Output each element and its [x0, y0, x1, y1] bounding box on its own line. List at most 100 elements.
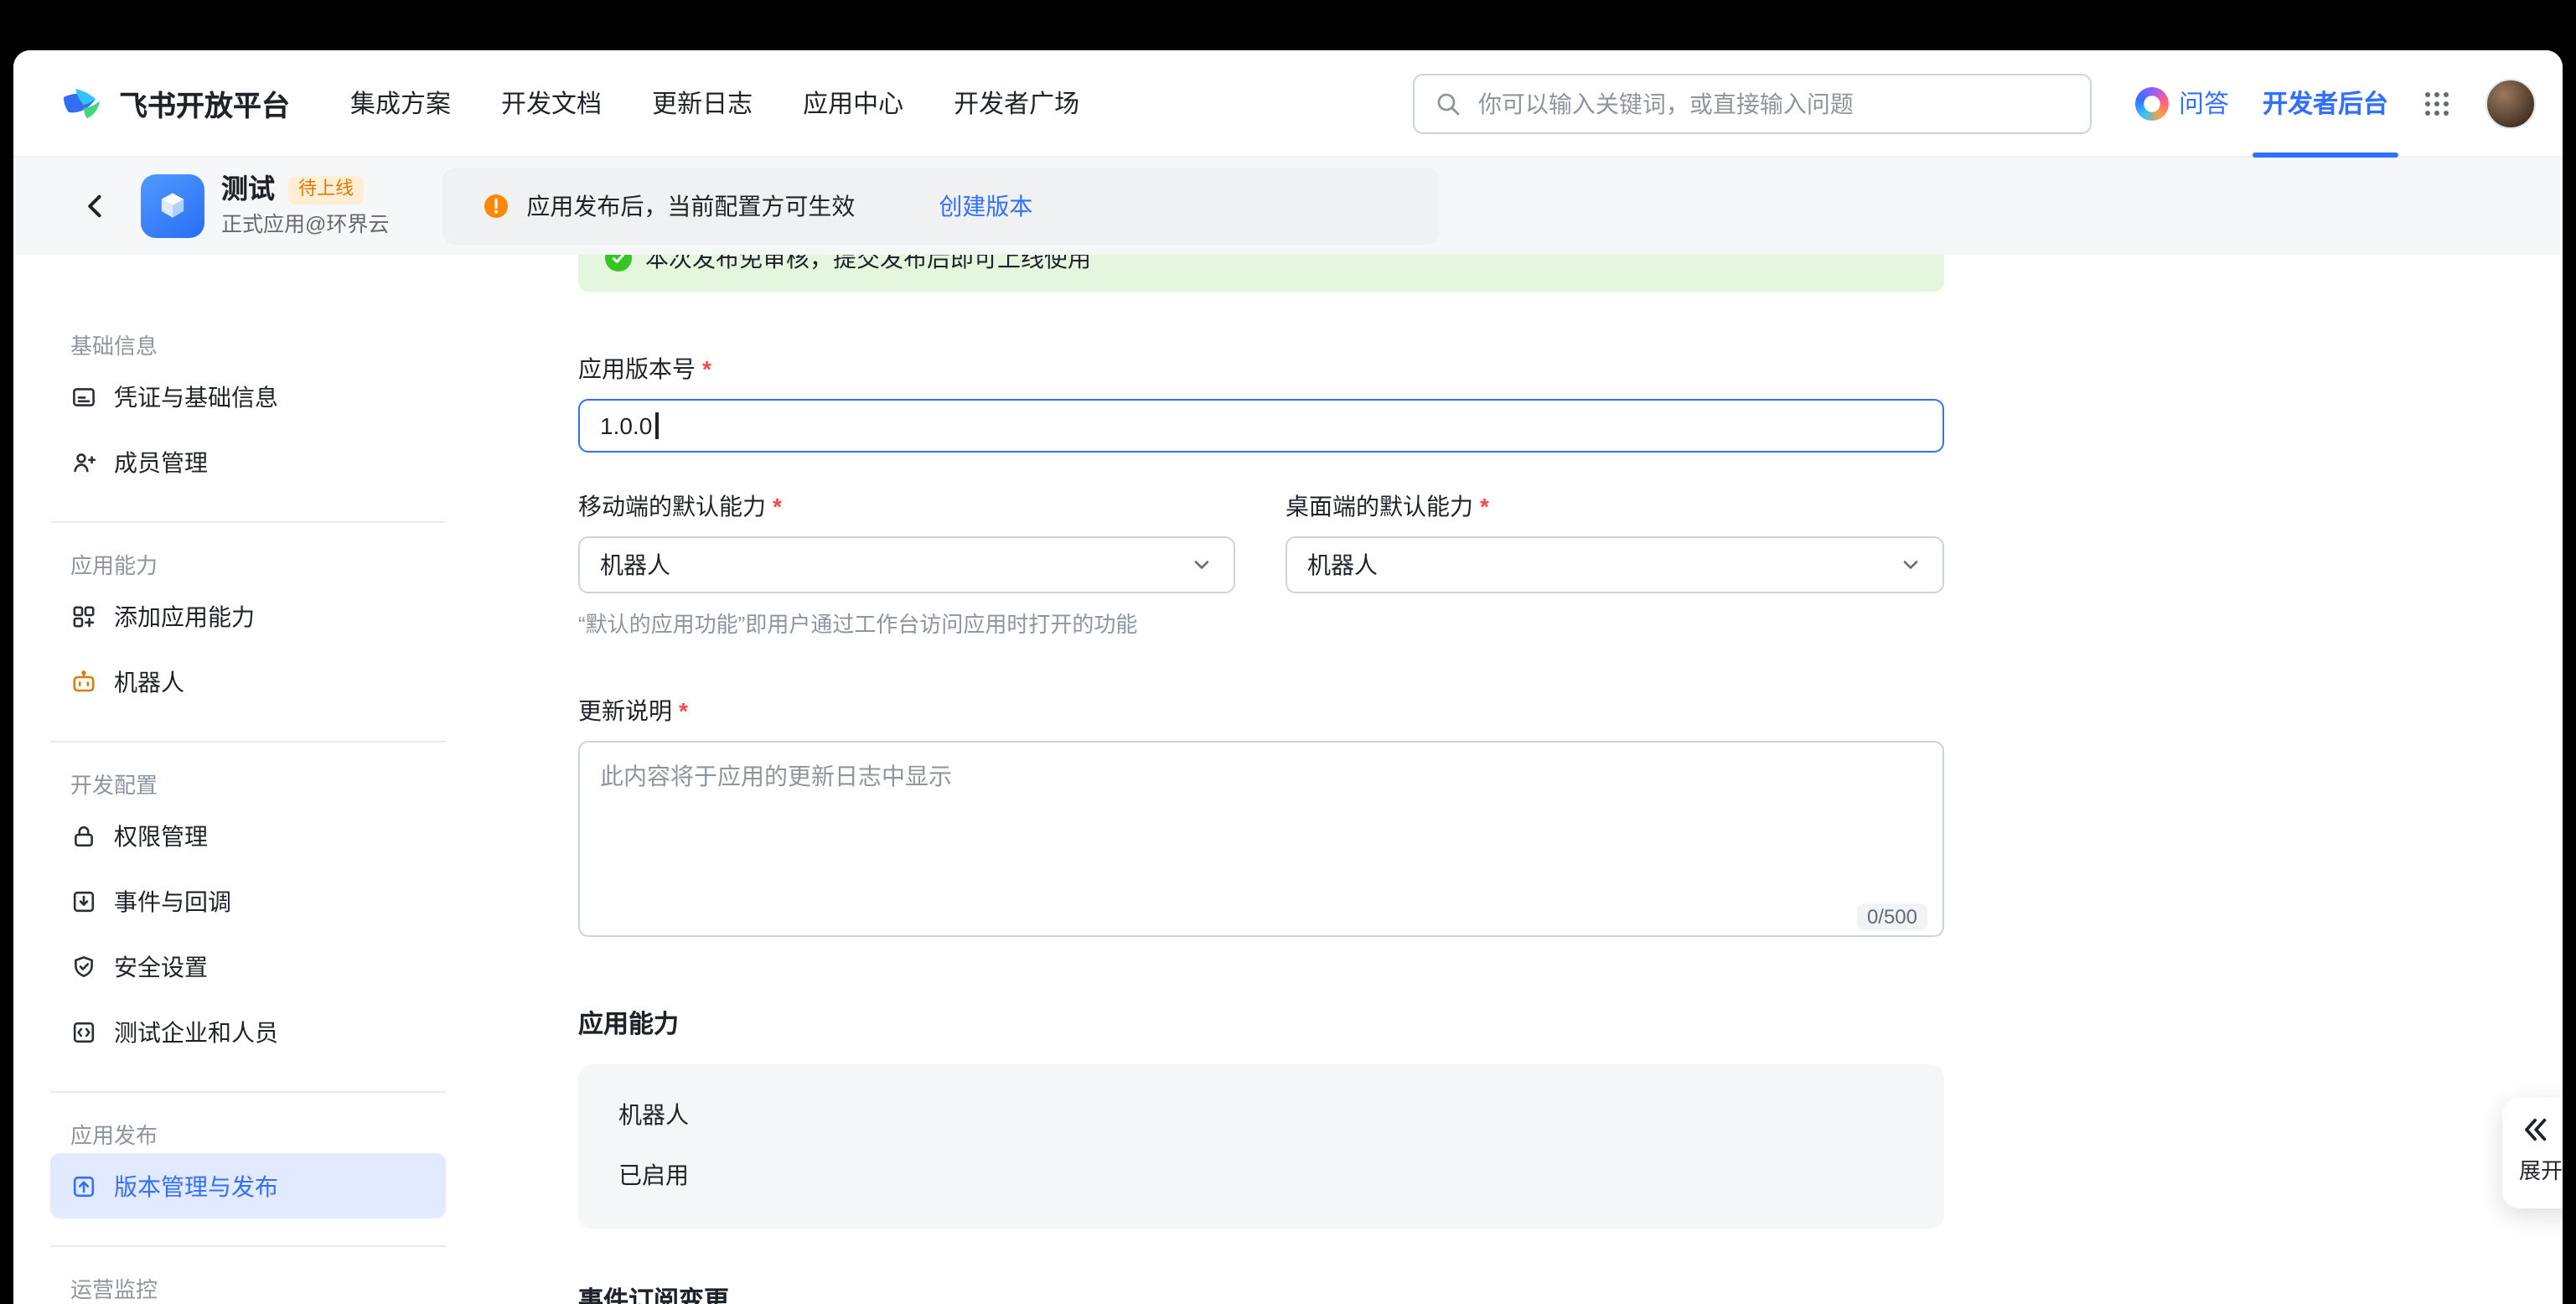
required-mark: *	[773, 493, 782, 520]
publish-icon	[70, 1172, 97, 1199]
console-label: 开发者后台	[2263, 85, 2388, 121]
changelog-textarea[interactable]	[578, 741, 1944, 937]
success-check-icon	[605, 255, 632, 272]
sidebar-item-label: 安全设置	[114, 950, 208, 983]
required-mark: *	[702, 355, 711, 382]
event-section-title: 事件订阅变更	[578, 1282, 2563, 1304]
apps-grid-icon[interactable]	[2422, 88, 2452, 118]
event-callback-icon	[70, 887, 97, 914]
developer-console-tab[interactable]: 开发者后台	[2263, 50, 2388, 157]
nav-integration[interactable]: 集成方案	[350, 85, 451, 121]
search-icon	[1435, 90, 1461, 116]
required-mark: *	[1480, 493, 1489, 520]
sidebar-item-label: 测试企业和人员	[114, 1015, 278, 1048]
changelog-label-text: 更新说明	[578, 697, 672, 724]
release-notice-banner: 应用发布后，当前配置方可生效 创建版本	[442, 168, 1440, 245]
sidebar-item-label: 凭证与基础信息	[114, 380, 278, 413]
warning-icon	[483, 193, 510, 220]
qa-button[interactable]: 问答	[2135, 85, 2229, 121]
text-caret	[655, 412, 658, 439]
app-subtitle: 正式应用@环界云	[221, 213, 389, 238]
test-org-icon	[70, 1018, 97, 1045]
double-chevron-left-icon	[2519, 1115, 2549, 1145]
panel-expander[interactable]: 展开	[2502, 1098, 2563, 1208]
capability-hint: “默认的应用功能”即用户通过工作台访问应用时打开的功能	[578, 607, 2563, 639]
screen: 飞书开放平台 集成方案 开发文档 更新日志 应用中心 开发者广场	[0, 0, 2576, 1304]
section-title-devconfig: 开发配置	[50, 769, 446, 803]
capability-row: 移动端的默认能力 * 机器人 桌面端的默认能力* 机器人	[578, 489, 1944, 593]
capability-section-title: 应用能力	[578, 1006, 2563, 1041]
sidebar-item-test-org[interactable]: 测试企业和人员	[50, 999, 446, 1064]
sidebar-item-events[interactable]: 事件与回调	[50, 868, 446, 934]
sidebar-item-label: 添加应用能力	[114, 599, 255, 633]
sidebar-item-bot[interactable]: 机器人	[50, 649, 446, 714]
main-content: 本次发布免审核，提交发布后即可上线使用 应用版本号* 移动端的默认能力* 机器人	[466, 255, 2563, 1304]
search-input[interactable]	[1475, 88, 2070, 118]
qa-label: 问答	[2179, 85, 2229, 121]
desktop-capability-field: 桌面端的默认能力* 机器人	[1285, 489, 1944, 593]
section-title-capability: 应用能力	[50, 550, 446, 583]
feishu-logo-icon	[60, 81, 104, 125]
sidebar-section-devconfig: 开发配置 权限管理 事件与回调	[50, 741, 446, 1064]
nav-changelog[interactable]: 更新日志	[652, 85, 753, 121]
app-context-bar: 测试 待上线 正式应用@环界云 应用发布后，当前配置方可生效 创建版本	[13, 158, 2563, 255]
required-mark: *	[679, 697, 688, 724]
back-button[interactable]	[80, 191, 111, 221]
sidebar-item-label: 事件与回调	[114, 884, 231, 918]
sidebar: 基础信息 凭证与基础信息	[13, 255, 466, 1304]
success-banner-text: 本次发布免审核，提交发布后即可上线使用	[645, 255, 1091, 275]
nav-app-center[interactable]: 应用中心	[803, 85, 903, 121]
mobile-capability-label-text: 移动端的默认能力	[578, 493, 766, 520]
qa-ring-icon	[2135, 86, 2169, 120]
sidebar-section-monitor: 运营监控	[50, 1245, 446, 1304]
sidebar-item-version-release[interactable]: 版本管理与发布	[50, 1153, 446, 1219]
nav-docs[interactable]: 开发文档	[501, 85, 602, 121]
notice-text: 应用发布后，当前配置方可生效	[526, 189, 855, 223]
mobile-capability-value: 机器人	[600, 548, 670, 582]
version-label-text: 应用版本号	[578, 355, 696, 382]
sidebar-item-label: 权限管理	[114, 819, 208, 852]
feishu-brand[interactable]: 飞书开放平台	[60, 81, 290, 125]
robot-icon	[70, 668, 97, 695]
capability-summary-box: 机器人 已启用	[578, 1064, 1944, 1229]
chevron-down-icon	[1190, 553, 1213, 577]
primary-nav: 集成方案 开发文档 更新日志 应用中心 开发者广场	[350, 85, 1079, 121]
global-search-box[interactable]	[1413, 73, 2092, 133]
add-capability-icon	[70, 603, 97, 629]
sidebar-item-label: 机器人	[114, 665, 184, 698]
chevron-down-icon	[1899, 553, 1922, 577]
members-icon	[70, 448, 97, 475]
sidebar-item-add-capability[interactable]: 添加应用能力	[50, 583, 446, 649]
header-right-cluster: 问答 开发者后台	[2135, 50, 2536, 157]
sidebar-item-security[interactable]: 安全设置	[50, 934, 446, 999]
version-label: 应用版本号*	[578, 352, 2563, 386]
mobile-capability-select[interactable]: 机器人	[578, 536, 1235, 593]
desktop-capability-select[interactable]: 机器人	[1285, 536, 1944, 593]
brand-name: 飞书开放平台	[119, 82, 290, 124]
sidebar-item-permissions[interactable]: 权限管理	[50, 803, 446, 868]
nav-developer-plaza[interactable]: 开发者广场	[954, 85, 1079, 121]
credential-icon	[70, 383, 97, 410]
lock-icon	[70, 822, 97, 849]
create-version-link[interactable]: 创建版本	[939, 189, 1032, 223]
mobile-capability-label: 移动端的默认能力 *	[578, 489, 1235, 523]
user-avatar[interactable]	[2485, 78, 2536, 128]
section-title-release: 应用发布	[50, 1120, 446, 1153]
app-cube-icon	[141, 174, 204, 238]
changelog-label: 更新说明 *	[578, 694, 2563, 727]
app-meta: 测试 待上线 正式应用@环界云	[221, 174, 389, 238]
sidebar-item-label: 版本管理与发布	[114, 1169, 278, 1203]
version-input[interactable]	[578, 399, 1944, 453]
sidebar-section-basic: 基础信息 凭证与基础信息	[50, 330, 446, 494]
sidebar-section-release: 应用发布 版本管理与发布	[50, 1091, 446, 1219]
success-banner: 本次发布免审核，提交发布后即可上线使用	[578, 255, 1944, 292]
desktop-capability-value: 机器人	[1307, 548, 1378, 582]
capability-name: 机器人	[618, 1098, 1904, 1131]
app-name: 测试	[221, 174, 275, 206]
sidebar-item-credentials[interactable]: 凭证与基础信息	[50, 364, 446, 429]
status-badge: 待上线	[288, 176, 364, 204]
char-counter: 0/500	[1857, 903, 1927, 930]
app-window: 飞书开放平台 集成方案 开发文档 更新日志 应用中心 开发者广场	[13, 50, 2563, 1304]
sidebar-item-members[interactable]: 成员管理	[50, 429, 446, 494]
changelog-field: 0/500	[578, 741, 1944, 945]
